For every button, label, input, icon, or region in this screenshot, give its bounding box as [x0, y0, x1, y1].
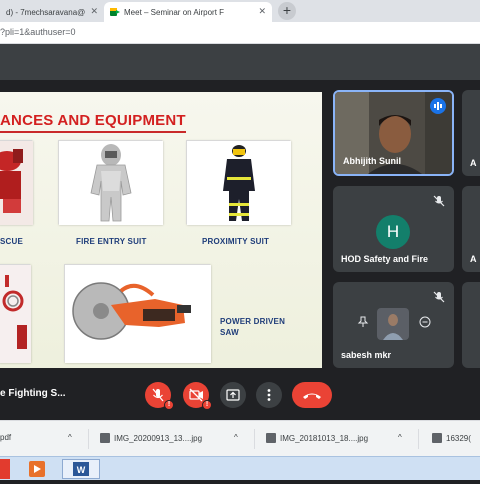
download-filename: IMG_20181013_18....jpg	[280, 433, 369, 443]
slide-title: ANCES AND EQUIPMENT	[0, 112, 186, 129]
image-file-icon	[100, 433, 110, 443]
download-filename: IMG_20200913_13....jpg	[114, 433, 203, 443]
download-item[interactable]: IMG_20200913_13....jpg	[100, 433, 202, 443]
meeting-title: e Fighting S...	[0, 388, 66, 399]
divider	[88, 429, 89, 449]
word-icon: W	[73, 462, 89, 476]
present-screen-icon	[226, 389, 240, 401]
close-tab-icon[interactable]: ✕	[258, 6, 266, 17]
fire-entry-suit-caption: FIRE ENTRY SUIT	[76, 237, 147, 246]
present-now-button[interactable]	[220, 382, 246, 408]
participant-tile-cropped[interactable]	[462, 282, 480, 368]
google-meet-icon	[110, 8, 120, 16]
url-text: ?pli=1&authuser=0	[0, 27, 76, 37]
proximity-suit-image	[186, 140, 291, 225]
close-tab-icon[interactable]: ✕	[90, 6, 98, 17]
end-call-icon	[303, 393, 321, 399]
power-saw-image	[64, 264, 211, 363]
chevron-up-icon[interactable]: ^	[234, 433, 238, 442]
participant-name: A	[470, 254, 477, 264]
participant-tile-abhijith[interactable]: Abhijith Sunil	[333, 90, 454, 176]
participant-tile-cropped[interactable]: A	[462, 186, 480, 272]
download-filename: pdf	[0, 433, 12, 442]
pin-icon[interactable]	[357, 316, 369, 328]
warning-badge: !	[164, 400, 174, 410]
divider	[254, 429, 255, 449]
participant-name: Abhijith Sunil	[343, 156, 401, 166]
download-item[interactable]: IMG_20181013_18....jpg	[266, 433, 368, 443]
participant-name: A	[470, 158, 477, 168]
more-options-button[interactable]	[256, 382, 282, 408]
participant-name: sabesh mkr	[341, 350, 392, 360]
remove-icon[interactable]	[419, 316, 431, 328]
mic-toggle-button[interactable]: !	[145, 382, 174, 410]
divider	[418, 429, 419, 449]
download-filename: 16329(	[446, 433, 471, 443]
tab-label: d) - 7mechsaravana@	[6, 7, 86, 17]
chevron-up-icon[interactable]: ^	[398, 433, 402, 442]
proximity-suit-caption: PROXIMITY SUIT	[202, 237, 270, 246]
new-tab-button[interactable]: +	[278, 2, 296, 20]
taskbar-app-icon[interactable]	[0, 459, 10, 479]
participant-avatar	[377, 308, 409, 340]
download-item[interactable]: 16329(	[432, 433, 471, 443]
more-vert-icon	[267, 389, 271, 401]
participant-tile-cropped[interactable]: A	[462, 90, 480, 176]
presentation-slide: SCUE FIRE ENTRY SUIT PROXIMITY SUIT POWE…	[0, 92, 322, 368]
participant-name: HOD Safety and Fire	[341, 254, 429, 264]
fire-entry-suit-image	[58, 140, 163, 225]
svg-text:W: W	[77, 465, 86, 475]
downloads-bar: pdf ^ IMG_20200913_13....jpg ^ IMG_20181…	[0, 420, 480, 456]
equipment-image	[0, 264, 31, 363]
media-player-icon	[29, 461, 45, 477]
browser-tab-drive[interactable]: d) - 7mechsaravana@ ✕	[0, 2, 104, 22]
address-bar[interactable]: ?pli=1&authuser=0	[0, 22, 480, 44]
warning-badge: !	[202, 400, 212, 410]
word-taskbar-button[interactable]: W	[62, 459, 100, 479]
mic-off-icon	[433, 291, 445, 303]
tab-label: Meet – Seminar on Airport F	[124, 7, 225, 17]
windows-taskbar: W	[0, 456, 480, 480]
chevron-up-icon[interactable]: ^	[68, 433, 72, 442]
speaking-indicator-icon	[430, 98, 446, 114]
download-item[interactable]: pdf	[0, 433, 11, 442]
meet-top-bar	[0, 44, 480, 80]
image-file-icon	[266, 433, 276, 443]
slide-title-underline	[0, 131, 186, 133]
rescue-caption: SCUE	[0, 237, 24, 246]
browser-tab-strip: d) - 7mechsaravana@ ✕ Meet – Seminar on …	[0, 0, 480, 22]
camera-toggle-button[interactable]: !	[183, 382, 212, 410]
leave-call-button[interactable]	[292, 382, 332, 408]
participant-tile-sabesh[interactable]: sabesh mkr	[333, 282, 454, 368]
avatar: H	[376, 215, 410, 249]
file-icon	[432, 433, 442, 443]
participant-tile-hod[interactable]: H HOD Safety and Fire	[333, 186, 454, 272]
power-saw-caption: POWER DRIVEN SAW	[220, 317, 286, 337]
browser-tab-meet[interactable]: Meet – Seminar on Airport F ✕	[104, 2, 272, 22]
mic-off-icon	[433, 195, 445, 207]
rescue-equipment-image	[0, 140, 33, 225]
media-player-taskbar-button[interactable]	[22, 459, 52, 479]
